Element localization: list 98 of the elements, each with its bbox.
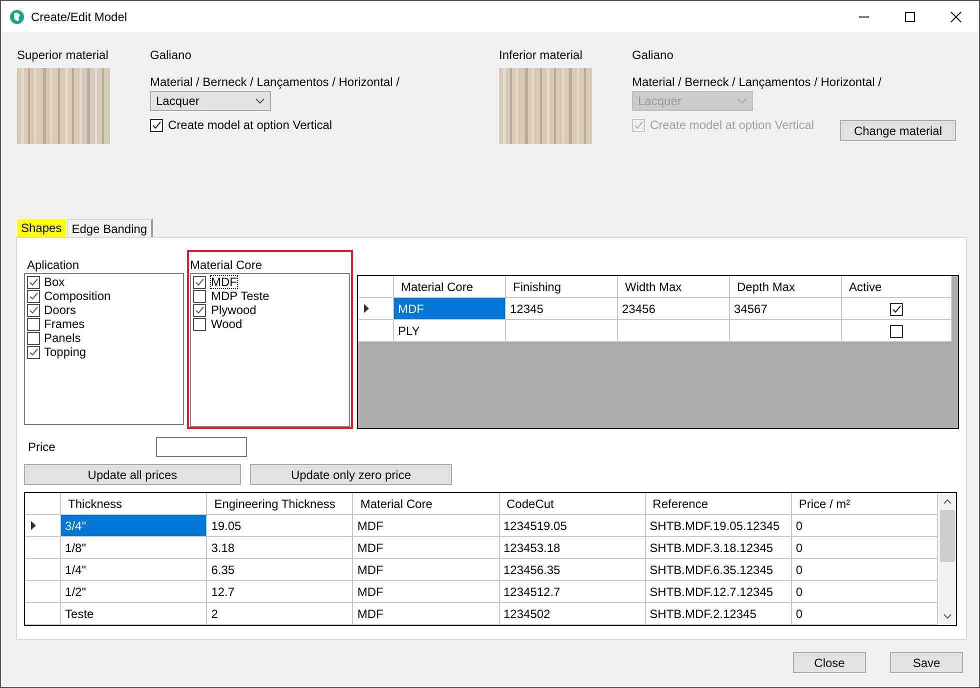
window-title: Create/Edit Model [31,10,128,24]
table-cell: 12345 [506,298,618,320]
price-field[interactable] [156,437,247,457]
section-label: Material Core [190,258,264,272]
list-item[interactable]: Box [44,275,65,289]
material-name: Galiano [632,48,674,62]
list-item[interactable]: Plywood [210,303,258,317]
table-cell: SHTB.MDF.19.05.12345 [645,514,792,536]
table-cell: MDF [352,536,499,558]
checkbox[interactable] [27,318,40,330]
column-header[interactable]: Finishing [506,276,618,298]
column-header[interactable]: Price / m² [791,493,938,514]
list-item[interactable]: Panels [44,331,81,345]
checkbox[interactable] [890,324,903,338]
table-cell: MDF [352,558,499,580]
checkbox-label: Create model at option Vertical [650,118,814,132]
row-pointer-icon [31,521,36,530]
column-header[interactable]: Engineering Thickness [206,493,353,514]
table-cell: 0 [791,536,938,558]
list-item[interactable]: Topping [44,345,86,359]
checkbox[interactable] [27,290,40,302]
table-cell: MDF [352,580,499,602]
table-cell: 1234502 [499,602,646,624]
column-header[interactable]: Reference [645,493,792,514]
checkbox[interactable] [193,276,206,288]
caret-icon [255,98,265,104]
table-cell: SHTB.MDF.6.35.12345 [645,558,792,580]
table-cell: MDF [352,602,499,624]
table-cell: 6.35 [206,558,353,580]
change-material-button[interactable]: Change material [840,120,956,141]
checkbox[interactable] [27,346,40,358]
table-cell: 3/4" [60,514,207,536]
table-cell: 0 [791,580,938,602]
checkbox[interactable] [27,332,40,344]
scroll-down-icon[interactable] [943,614,952,619]
checkbox[interactable] [890,302,903,316]
table-cell: 1/8" [60,536,207,558]
checkbox[interactable] [193,290,206,302]
material-path: Material / Berneck / Lançamentos / Horizontal / [150,75,400,89]
price-label: Price [28,440,56,454]
table-cell: PLY [394,320,506,342]
maximize-icon[interactable] [904,10,916,22]
app-logo-icon [9,8,25,24]
finish-dropdown[interactable]: Lacquer [150,91,271,111]
caret-icon [737,98,747,104]
section-label: Aplication [27,258,80,272]
column-header[interactable]: Material Core [352,493,499,514]
list-item[interactable]: MDF [210,275,238,289]
table-cell: 1234512.7 [499,580,646,602]
table-cell: 1/2" [60,580,207,602]
table-cell: MDF [394,298,506,320]
table-cell: 1/4" [60,558,207,580]
list-item[interactable]: Wood [210,317,244,331]
table-cell: 12.7 [206,580,353,602]
checkbox[interactable] [27,276,40,288]
table-cell: 19.05 [206,514,353,536]
update-button[interactable]: Update only zero price [250,464,452,485]
checkbox-label: Create model at option Vertical [168,118,332,132]
column-header[interactable]: CodeCut [499,493,646,514]
list-item[interactable]: MDP Teste [210,289,270,303]
table-cell: 123453.18 [499,536,646,558]
list-item[interactable]: Doors [44,303,76,317]
table-cell: Teste [60,602,207,624]
scroll-up-icon[interactable] [943,499,952,504]
table-cell: 23456 [618,298,730,320]
list-item[interactable]: Composition [44,289,111,303]
material-name: Galiano [150,48,192,62]
column-header[interactable]: Depth Max [730,276,842,298]
table-cell: SHTB.MDF.2.12345 [645,602,792,624]
tab[interactable]: Shapes [16,218,67,237]
table-cell: 34567 [730,298,842,320]
table-cell: 3.18 [206,536,353,558]
material-label: Inferior material [499,48,584,62]
checkbox[interactable] [193,318,206,330]
column-header[interactable]: Width Max [618,276,730,298]
table-cell: SHTB.MDF.3.18.12345 [645,536,792,558]
table-cell: MDF [352,514,499,536]
update-button[interactable]: Update all prices [24,464,241,485]
checkbox[interactable] [27,304,40,316]
material-label: Superior material [17,48,110,62]
table-cell: 0 [791,558,938,580]
dialog-button[interactable]: Save [890,652,963,673]
material-path: Material / Berneck / Lançamentos / Horizontal / [632,75,882,89]
list-item[interactable]: Frames [44,317,85,331]
close-icon[interactable] [950,10,962,22]
tab[interactable]: Edge Banding [66,219,154,237]
column-header[interactable]: Active [842,276,952,298]
table-cell: 123456.35 [499,558,646,580]
table-cell: 1234519.05 [499,514,646,536]
table-cell: 0 [791,602,938,624]
table-cell: 2 [206,602,353,624]
dialog-button[interactable]: Close [793,652,866,673]
checkbox[interactable] [150,118,163,132]
checkbox[interactable] [193,304,206,316]
table-cell: 0 [791,514,938,536]
table-cell: SHTB.MDF.12.7.12345 [645,580,792,602]
row-pointer-icon [364,304,369,313]
scrollbar[interactable] [938,493,956,625]
